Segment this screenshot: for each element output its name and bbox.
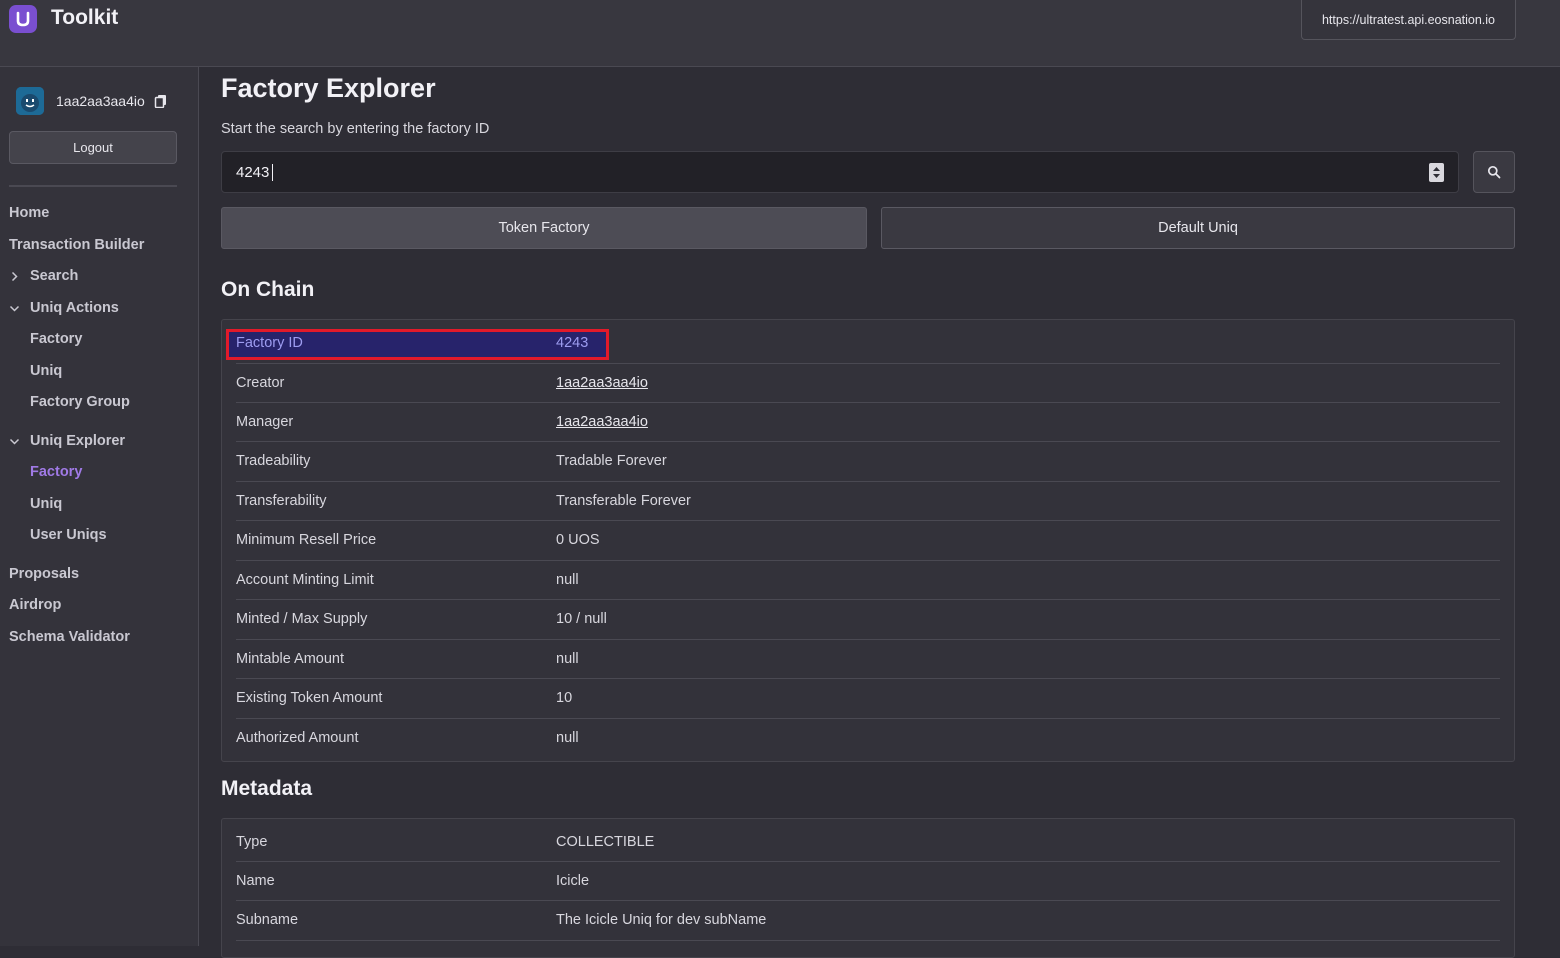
sidebar-item-factory-group[interactable]: Factory Group [30,394,130,410]
sidebar-item-uniq-explorer-factory[interactable]: Factory [30,464,82,480]
sidebar-item-uniq-explorer[interactable]: Uniq Explorer [30,433,125,449]
table-row: Tradeability Tradable Forever [236,442,1500,482]
row-key: Authorized Amount [236,730,359,746]
metadata-panel: Type COLLECTIBLE Name Icicle Subname The… [221,818,1515,958]
row-value: COLLECTIBLE [556,834,655,850]
sidebar-item-uniq-explorer-uniq[interactable]: Uniq [30,496,62,512]
text-cursor [272,164,273,181]
row-key: Tradeability [236,453,311,469]
table-row: Account Minting Limit null [236,561,1500,600]
factory-id-field[interactable] [221,151,1459,193]
factory-id-input[interactable] [222,152,1412,192]
table-row: Name Icicle [236,862,1500,901]
table-row: Type COLLECTIBLE [236,821,1500,862]
copy-icon[interactable] [154,94,168,109]
row-key: Manager [236,414,294,430]
row-value: Tradable Forever [556,453,667,469]
sidebar-divider [9,185,177,187]
sidebar-item-search[interactable]: Search [30,268,78,284]
chevron-down-icon [9,305,20,312]
row-value: Icicle [556,873,590,889]
sidebar-item-transaction-builder[interactable]: Transaction Builder [9,237,144,253]
row-key: Mintable Amount [236,651,345,667]
row-key: Transferability [236,493,327,509]
avatar [16,87,44,115]
manager-link[interactable]: 1aa2aa3aa4io [556,414,648,430]
table-row: Authorized Amount null [236,719,1500,758]
user-info: 1aa2aa3aa4io [16,87,168,115]
sidebar-item-airdrop[interactable]: Airdrop [9,597,61,613]
row-value: The Icicle Uniq for dev subName [556,912,767,928]
table-row: Existing Token Amount 10 [236,679,1500,719]
search-icon [1487,165,1501,179]
row-key: Minted / Max Supply [236,611,368,627]
sidebar: 1aa2aa3aa4io Logout Home Transaction Bui… [0,67,199,946]
logout-button[interactable]: Logout [9,131,177,164]
table-row: Minted / Max Supply 10 / null [236,600,1500,640]
row-key: Existing Token Amount [236,690,383,706]
app-title: Toolkit [51,6,119,29]
row-key: Name [236,873,275,889]
page-subtitle: Start the search by entering the factory… [221,121,490,137]
table-row: Mintable Amount null [236,640,1500,679]
tab-token-factory[interactable]: Token Factory [221,207,867,249]
row-value: Transferable Forever [556,493,691,509]
table-row: Factory ID 4243 [226,322,1500,364]
sidebar-item-schema-validator[interactable]: Schema Validator [9,629,130,645]
sidebar-item-proposals[interactable]: Proposals [9,566,79,582]
chevron-right-icon [11,271,18,282]
top-bar: Toolkit https://ultratest.api.eosnation.… [0,0,1560,67]
on-chain-panel: Factory ID 4243 Creator 1aa2aa3aa4io Man… [221,319,1515,762]
table-row: Subname The Icicle Uniq for dev subName [236,901,1500,941]
endpoint-selector[interactable]: https://ultratest.api.eosnation.io [1301,0,1516,40]
number-stepper[interactable] [1429,163,1444,182]
search-button[interactable] [1473,151,1515,193]
row-value: null [556,651,579,667]
row-value: 10 [556,690,573,706]
page-title: Factory Explorer [221,73,436,103]
on-chain-title: On Chain [221,278,315,301]
creator-link[interactable]: 1aa2aa3aa4io [556,375,648,391]
stepper-arrows-icon [1433,167,1440,178]
tab-default-uniq[interactable]: Default Uniq [881,207,1515,249]
row-key: Factory ID [236,335,303,351]
row-key: Account Minting Limit [236,572,374,588]
sidebar-item-user-uniqs[interactable]: User Uniqs [30,527,107,543]
row-key: Type [236,834,268,850]
row-value: 10 / null [556,611,607,627]
row-value: null [556,730,579,746]
table-row: Creator 1aa2aa3aa4io [236,364,1500,403]
table-row: Manager 1aa2aa3aa4io [236,403,1500,442]
row-key: Creator [236,375,285,391]
row-key: Minimum Resell Price [236,532,377,548]
table-row: Transferability Transferable Forever [236,482,1500,521]
metadata-title: Metadata [221,777,313,800]
row-value: 4243 [556,335,589,351]
row-value: null [556,572,579,588]
row-key: Subname [236,912,299,928]
table-row: Minimum Resell Price 0 UOS [236,521,1500,561]
sidebar-item-uniq-actions-uniq[interactable]: Uniq [30,363,62,379]
row-value: 0 UOS [556,532,600,548]
username: 1aa2aa3aa4io [56,93,145,109]
sidebar-item-uniq-actions-factory[interactable]: Factory [30,331,82,347]
sidebar-item-uniq-actions[interactable]: Uniq Actions [30,300,119,316]
sidebar-item-home[interactable]: Home [9,205,49,221]
app-logo-icon [9,5,37,33]
chevron-down-icon [9,438,20,445]
